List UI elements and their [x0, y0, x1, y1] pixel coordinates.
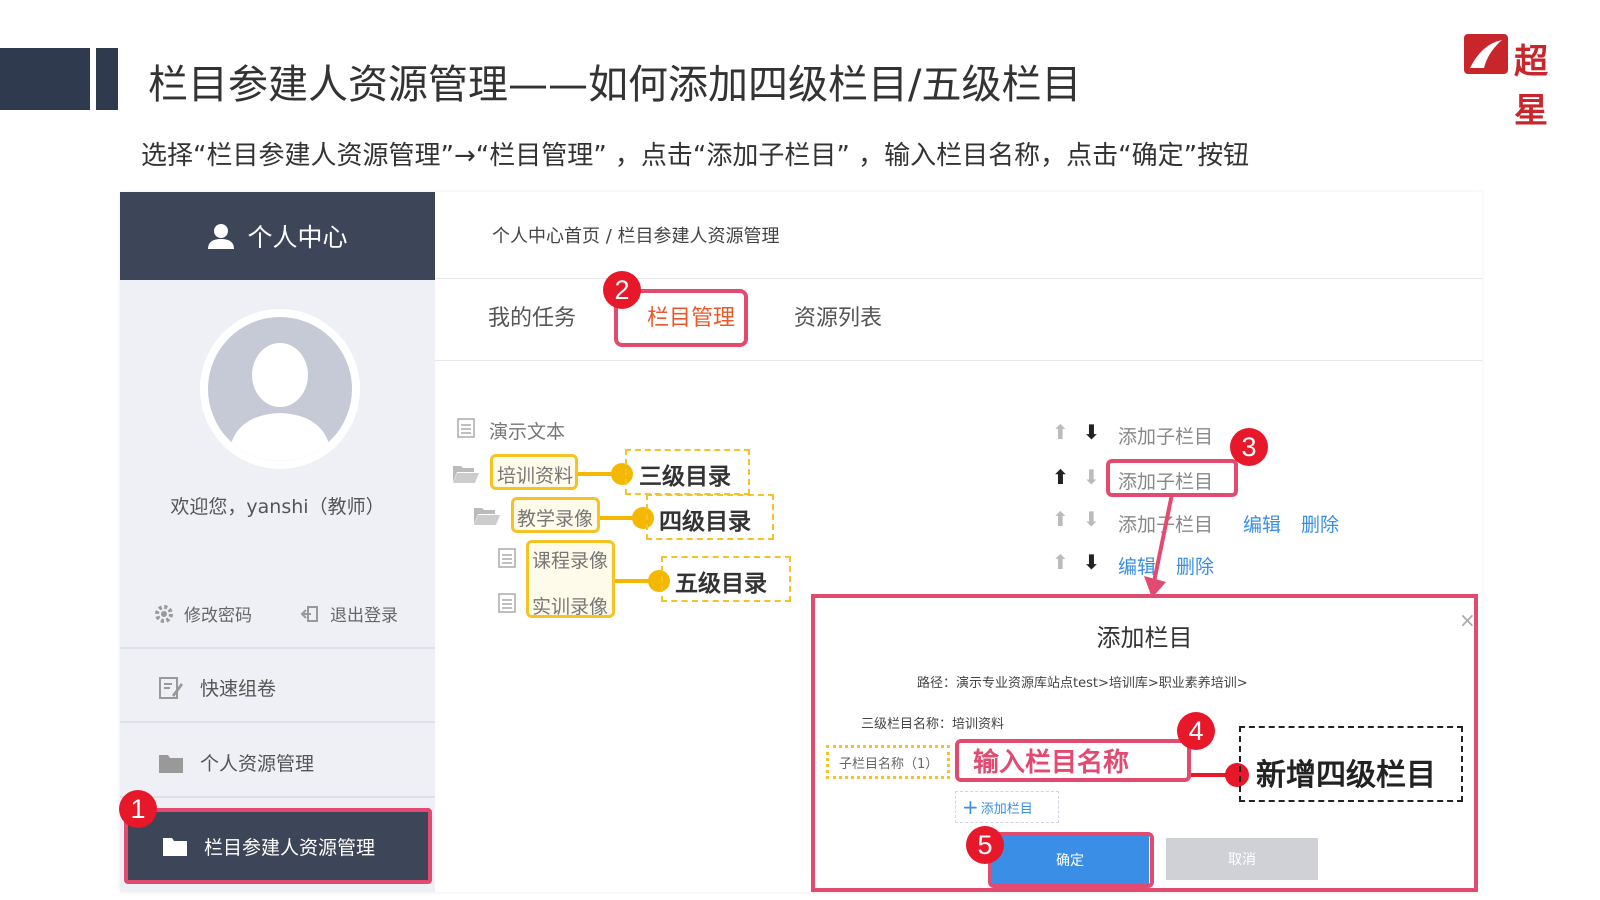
cancel-button[interactable]: 取消 — [1166, 838, 1318, 880]
callout-level4: 四级目录 — [659, 509, 751, 535]
pointer-arrow-icon — [1144, 493, 1174, 598]
column-name-input[interactable]: 输入栏目名称 — [955, 739, 1191, 782]
document-icon — [497, 593, 517, 617]
plus-icon: + — [962, 795, 979, 819]
step-badge-5: 5 — [966, 826, 1004, 864]
breadcrumb: 个人中心首页 / 栏目参建人资源管理 — [492, 226, 780, 247]
dialog-child-label: 子栏目名称（1） — [839, 757, 939, 772]
dialog-close-button[interactable]: × — [1459, 608, 1476, 632]
callout-level5: 五级目录 — [675, 571, 767, 597]
move-down-icon[interactable]: ⬇ — [1083, 550, 1100, 574]
sidebar-divider — [120, 796, 435, 798]
step-badge-2: 2 — [603, 271, 641, 309]
move-down-icon[interactable]: ⬇ — [1083, 507, 1100, 531]
callout-level3: 三级目录 — [639, 464, 731, 490]
header-band-stripe — [96, 48, 118, 110]
sidebar-header-label: 个人中心 — [247, 223, 348, 252]
tree-item-level3[interactable]: 培训资料 — [497, 461, 573, 488]
sidebar-item-label: 栏目参建人资源管理 — [204, 836, 376, 859]
document-icon — [457, 418, 475, 438]
slide-title: 栏目参建人资源管理——如何添加四级栏目/五级栏目 — [148, 62, 1082, 108]
sidebar-item-label: 快速组卷 — [200, 678, 277, 700]
document-icon — [497, 548, 517, 572]
step-badge-4: 4 — [1177, 712, 1215, 750]
move-down-icon[interactable]: ⬇ — [1083, 465, 1100, 489]
folder-icon — [159, 754, 183, 773]
move-up-icon[interactable]: ⬆ — [1052, 420, 1069, 444]
move-up-icon[interactable]: ⬆ — [1052, 507, 1069, 531]
add-column-button[interactable]: + 添加栏目 — [955, 791, 1059, 823]
folder-icon — [163, 838, 187, 856]
welcome-text: 欢迎您，yanshi（教师） — [170, 496, 385, 518]
brand-logo: 超星 — [1462, 30, 1572, 131]
logout-link[interactable]: 退出登录 — [300, 601, 398, 626]
sidebar-item-quick-paper[interactable]: 快速组卷 — [158, 674, 276, 701]
avatar[interactable] — [208, 317, 352, 461]
sidebar-divider — [120, 721, 435, 723]
change-password-label: 修改密码 — [184, 606, 252, 626]
gear-icon — [155, 604, 173, 623]
step-badge-3: 3 — [1230, 428, 1268, 466]
tree-item-level5a[interactable]: 课程录像 — [532, 546, 608, 573]
sidebar-header: 个人中心 — [120, 192, 435, 280]
edit-link-row3[interactable]: 编辑 — [1243, 510, 1281, 537]
header-band-block — [0, 48, 90, 110]
edit-icon — [159, 676, 183, 699]
tree-root-icon — [456, 418, 476, 442]
move-up-icon[interactable]: ⬆ — [1052, 465, 1069, 489]
step-badge-1: 1 — [119, 790, 157, 828]
tree-item-root[interactable]: 演示文本 — [489, 417, 565, 444]
tree-item-level4[interactable]: 教学录像 — [517, 504, 593, 531]
user-icon — [208, 224, 235, 249]
sidebar-account-links: 修改密码 退出登录 — [154, 601, 398, 626]
logo-mark-icon — [1464, 34, 1508, 74]
logout-icon — [300, 605, 318, 622]
add-column-label: 添加栏目 — [980, 801, 1033, 817]
delete-link-row4[interactable]: 删除 — [1176, 552, 1214, 579]
dialog-level3-name: 三级栏目名称：培训资料 — [861, 717, 1005, 732]
header-divider — [435, 278, 1482, 279]
new-level4-callout: 新增四级栏目 — [1256, 758, 1436, 793]
avatar-silhouette-icon — [228, 343, 332, 461]
change-password-link[interactable]: 修改密码 — [154, 601, 252, 626]
logout-label: 退出登录 — [330, 606, 398, 626]
tabs-divider — [435, 360, 1482, 361]
tab-my-tasks[interactable]: 我的任务 — [488, 300, 576, 332]
sidebar — [120, 192, 435, 892]
move-down-icon[interactable]: ⬇ — [1083, 420, 1100, 444]
sidebar-item-column-resources[interactable]: 栏目参建人资源管理 — [124, 808, 432, 884]
folder-open-icon — [452, 464, 480, 488]
add-child-op-row1[interactable]: 添加子栏目 — [1118, 422, 1213, 449]
sidebar-item-label: 个人资源管理 — [200, 753, 315, 775]
tree-item-level5b[interactable]: 实训录像 — [532, 592, 608, 619]
ok-button[interactable]: 确定 — [991, 836, 1149, 884]
tab-resource-list[interactable]: 资源列表 — [794, 300, 882, 332]
slide-subtitle: 选择“栏目参建人资源管理”→“栏目管理” ，点击“添加子栏目” ，输入栏目名称，… — [141, 141, 1250, 171]
sidebar-divider — [120, 647, 435, 649]
dialog-title: 添加栏目 — [1096, 624, 1193, 652]
move-up-icon[interactable]: ⬆ — [1052, 550, 1069, 574]
delete-link-row3[interactable]: 删除 — [1301, 510, 1339, 537]
folder-open-icon — [473, 506, 501, 530]
logo-text: 超星 — [1514, 42, 1548, 131]
sidebar-item-personal-resources[interactable]: 个人资源管理 — [158, 749, 314, 776]
dialog-path: 路径：演示专业资源库站点test>培训库>职业素养培训> — [917, 676, 1248, 691]
